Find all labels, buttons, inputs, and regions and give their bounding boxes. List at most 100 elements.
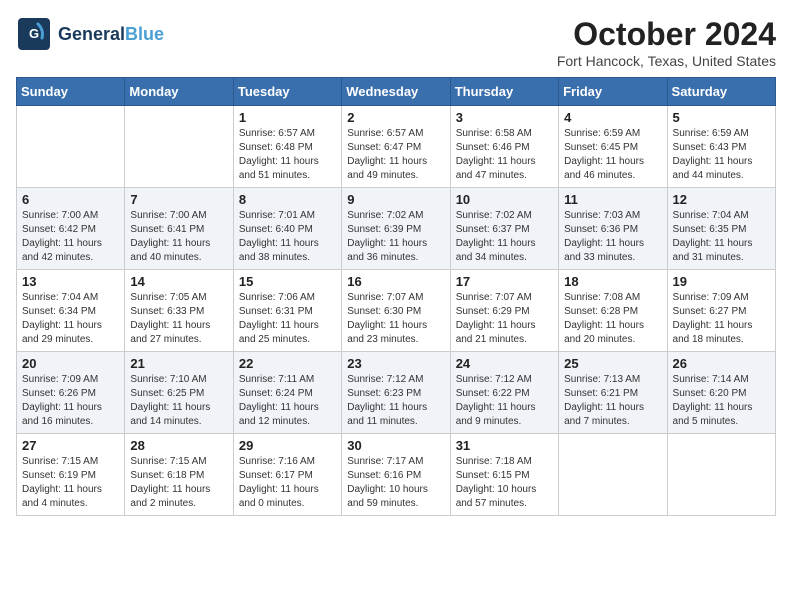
calendar-cell: 25 Sunrise: 7:13 AM Sunset: 6:21 PM Dayli…	[559, 352, 667, 434]
calendar-cell: 23Sunrise: 7:12 AM Sunset: 6:23 PM Dayli…	[342, 352, 450, 434]
week-row-3: 13 Sunrise: 7:04 AM Sunset: 6:34 PM Dayli…	[17, 270, 776, 352]
week-row-1: 1 Sunrise: 6:57 AM Sunset: 6:48 PM Daylig…	[17, 106, 776, 188]
calendar-cell: 18 Sunrise: 7:08 AM Sunset: 6:28 PM Dayli…	[559, 270, 667, 352]
location: Fort Hancock, Texas, United States	[557, 53, 776, 69]
day-info: Sunrise: 7:06 AM Sunset: 6:31 PM Dayligh…	[239, 291, 336, 347]
day-number: 11	[564, 192, 661, 207]
day-info: Sunrise: 6:59 AM Sunset: 6:45 PM Dayligh…	[564, 127, 661, 183]
day-info: Sunrise: 6:57 AM Sunset: 6:48 PM Dayligh…	[239, 127, 336, 183]
week-row-4: 20 Sunrise: 7:09 AM Sunset: 6:26 PM Dayli…	[17, 352, 776, 434]
day-info: Sunrise: 7:02 AM Sunset: 6:39 PM Dayligh…	[347, 209, 444, 265]
day-number: 28	[130, 438, 227, 453]
day-info: Sunrise: 7:02 AM Sunset: 6:37 PM Dayligh…	[456, 209, 553, 265]
day-info: Sunrise: 7:05 AM Sunset: 6:33 PM Dayligh…	[130, 291, 227, 347]
calendar-cell: 16 Sunrise: 7:07 AM Sunset: 6:30 PM Dayli…	[342, 270, 450, 352]
calendar-cell: 7 Sunrise: 7:00 AM Sunset: 6:41 PM Daylig…	[125, 188, 233, 270]
weekday-header-friday: Friday	[559, 78, 667, 106]
day-info: Sunrise: 7:00 AM Sunset: 6:42 PM Dayligh…	[22, 209, 119, 265]
logo-text: GeneralBlue	[58, 24, 164, 45]
calendar-cell: 19Sunrise: 7:09 AM Sunset: 6:27 PM Dayli…	[667, 270, 775, 352]
weekday-header-sunday: Sunday	[17, 78, 125, 106]
day-info: Sunrise: 7:03 AM Sunset: 6:36 PM Dayligh…	[564, 209, 661, 265]
day-number: 17	[456, 274, 553, 289]
calendar-cell: 8 Sunrise: 7:01 AM Sunset: 6:40 PM Daylig…	[233, 188, 341, 270]
day-number: 13	[22, 274, 119, 289]
day-number: 4	[564, 110, 661, 125]
calendar-cell	[559, 434, 667, 516]
calendar-cell: 3 Sunrise: 6:58 AM Sunset: 6:46 PM Daylig…	[450, 106, 558, 188]
day-number: 16	[347, 274, 444, 289]
day-number: 3	[456, 110, 553, 125]
day-info: Sunrise: 7:17 AM Sunset: 6:16 PM Dayligh…	[347, 455, 444, 511]
day-info: Sunrise: 7:12 AM Sunset: 6:22 PM Dayligh…	[456, 373, 553, 429]
day-number: 31	[456, 438, 553, 453]
day-number: 21	[130, 356, 227, 371]
day-info: Sunrise: 7:15 AM Sunset: 6:18 PM Dayligh…	[130, 455, 227, 511]
calendar-cell: 27Sunrise: 7:15 AM Sunset: 6:19 PM Dayli…	[17, 434, 125, 516]
calendar-cell: 29 Sunrise: 7:16 AM Sunset: 6:17 PM Dayli…	[233, 434, 341, 516]
day-info: Sunrise: 6:58 AM Sunset: 6:46 PM Dayligh…	[456, 127, 553, 183]
day-number: 8	[239, 192, 336, 207]
page-header: G GeneralBlue October 2024 Fort Hancock,…	[16, 16, 776, 69]
calendar-cell: 10 Sunrise: 7:02 AM Sunset: 6:37 PM Dayli…	[450, 188, 558, 270]
month-title: October 2024	[557, 16, 776, 53]
calendar-cell: 5Sunrise: 6:59 AM Sunset: 6:43 PM Daylig…	[667, 106, 775, 188]
weekday-header-saturday: Saturday	[667, 78, 775, 106]
day-number: 18	[564, 274, 661, 289]
day-info: Sunrise: 7:07 AM Sunset: 6:30 PM Dayligh…	[347, 291, 444, 347]
day-number: 6	[22, 192, 119, 207]
day-info: Sunrise: 7:10 AM Sunset: 6:25 PM Dayligh…	[130, 373, 227, 429]
calendar-cell: 26 Sunrise: 7:14 AM Sunset: 6:20 PM Dayli…	[667, 352, 775, 434]
day-number: 20	[22, 356, 119, 371]
weekday-header-thursday: Thursday	[450, 78, 558, 106]
day-info: Sunrise: 7:07 AM Sunset: 6:29 PM Dayligh…	[456, 291, 553, 347]
day-info: Sunrise: 7:04 AM Sunset: 6:35 PM Dayligh…	[673, 209, 770, 265]
day-number: 9	[347, 192, 444, 207]
day-number: 23	[347, 356, 444, 371]
week-row-5: 27Sunrise: 7:15 AM Sunset: 6:19 PM Dayli…	[17, 434, 776, 516]
calendar-cell	[125, 106, 233, 188]
day-info: Sunrise: 7:09 AM Sunset: 6:26 PM Dayligh…	[22, 373, 119, 429]
calendar-cell: 2 Sunrise: 6:57 AM Sunset: 6:47 PM Daylig…	[342, 106, 450, 188]
calendar-cell: 6 Sunrise: 7:00 AM Sunset: 6:42 PM Daylig…	[17, 188, 125, 270]
day-number: 1	[239, 110, 336, 125]
day-info: Sunrise: 7:01 AM Sunset: 6:40 PM Dayligh…	[239, 209, 336, 265]
day-number: 25	[564, 356, 661, 371]
day-info: Sunrise: 7:09 AM Sunset: 6:27 PM Dayligh…	[673, 291, 770, 347]
day-number: 22	[239, 356, 336, 371]
svg-text:G: G	[29, 26, 39, 41]
day-number: 26	[673, 356, 770, 371]
calendar-cell: 1 Sunrise: 6:57 AM Sunset: 6:48 PM Daylig…	[233, 106, 341, 188]
day-number: 29	[239, 438, 336, 453]
weekday-header-tuesday: Tuesday	[233, 78, 341, 106]
day-info: Sunrise: 7:16 AM Sunset: 6:17 PM Dayligh…	[239, 455, 336, 511]
title-area: October 2024 Fort Hancock, Texas, United…	[557, 16, 776, 69]
day-number: 15	[239, 274, 336, 289]
calendar-cell: 17 Sunrise: 7:07 AM Sunset: 6:29 PM Dayli…	[450, 270, 558, 352]
calendar-cell: 11 Sunrise: 7:03 AM Sunset: 6:36 PM Dayli…	[559, 188, 667, 270]
calendar-cell: 21 Sunrise: 7:10 AM Sunset: 6:25 PM Dayli…	[125, 352, 233, 434]
day-number: 12	[673, 192, 770, 207]
day-number: 7	[130, 192, 227, 207]
day-info: Sunrise: 7:00 AM Sunset: 6:41 PM Dayligh…	[130, 209, 227, 265]
calendar-table: SundayMondayTuesdayWednesdayThursdayFrid…	[16, 77, 776, 516]
day-number: 30	[347, 438, 444, 453]
day-info: Sunrise: 6:57 AM Sunset: 6:47 PM Dayligh…	[347, 127, 444, 183]
calendar-cell: 15 Sunrise: 7:06 AM Sunset: 6:31 PM Dayli…	[233, 270, 341, 352]
day-info: Sunrise: 7:13 AM Sunset: 6:21 PM Dayligh…	[564, 373, 661, 429]
calendar-cell	[667, 434, 775, 516]
calendar-cell: 9 Sunrise: 7:02 AM Sunset: 6:39 PM Daylig…	[342, 188, 450, 270]
week-row-2: 6 Sunrise: 7:00 AM Sunset: 6:42 PM Daylig…	[17, 188, 776, 270]
calendar-cell: 20 Sunrise: 7:09 AM Sunset: 6:26 PM Dayli…	[17, 352, 125, 434]
day-number: 10	[456, 192, 553, 207]
weekday-header-row: SundayMondayTuesdayWednesdayThursdayFrid…	[17, 78, 776, 106]
day-number: 2	[347, 110, 444, 125]
day-info: Sunrise: 7:08 AM Sunset: 6:28 PM Dayligh…	[564, 291, 661, 347]
calendar-cell: 12 Sunrise: 7:04 AM Sunset: 6:35 PM Dayli…	[667, 188, 775, 270]
calendar-cell: 13 Sunrise: 7:04 AM Sunset: 6:34 PM Dayli…	[17, 270, 125, 352]
day-number: 5	[673, 110, 770, 125]
day-info: Sunrise: 7:04 AM Sunset: 6:34 PM Dayligh…	[22, 291, 119, 347]
calendar-cell: 30 Sunrise: 7:17 AM Sunset: 6:16 PM Dayli…	[342, 434, 450, 516]
calendar-cell: 22Sunrise: 7:11 AM Sunset: 6:24 PM Dayli…	[233, 352, 341, 434]
day-info: Sunrise: 7:14 AM Sunset: 6:20 PM Dayligh…	[673, 373, 770, 429]
